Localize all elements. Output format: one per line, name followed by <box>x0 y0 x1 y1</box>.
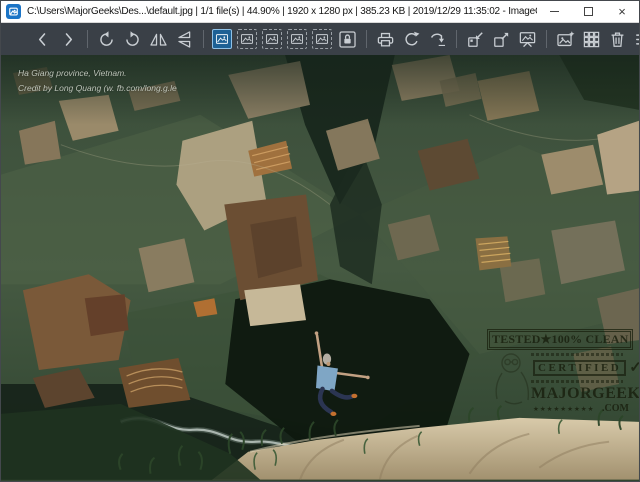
toolbar-separator <box>203 30 204 48</box>
trash-icon <box>608 30 627 49</box>
checkerboard-grid-icon <box>582 30 601 49</box>
hamburger-menu-icon <box>634 30 640 49</box>
chevron-left-icon <box>33 30 52 49</box>
flip-vertical-button[interactable] <box>173 27 196 51</box>
flip-horizontal-button[interactable] <box>147 27 170 51</box>
watermark-banner: TESTED★100% CLEAN <box>487 329 633 350</box>
slideshow-button[interactable] <box>516 27 539 51</box>
photo-credit-text: Ha Giang province, Vietnam. Credit by Lo… <box>18 66 177 96</box>
checkmark-icon: ✓ <box>629 358 639 377</box>
redo-button[interactable] <box>426 27 449 51</box>
watermark-certified: CERTIFIED <box>533 360 626 376</box>
scale-to-width-button[interactable] <box>237 29 257 49</box>
delete-button[interactable] <box>606 27 629 51</box>
main-menu-button[interactable] <box>632 27 640 51</box>
close-icon: × <box>618 5 626 18</box>
window-title: C:\Users\MajorGeeks\Des...\default.jpg |… <box>27 6 537 17</box>
toolbar-separator <box>87 30 88 48</box>
watermark-tld: .COM <box>602 403 629 414</box>
flip-horizontal-icon <box>149 30 168 49</box>
scale-to-fit-button[interactable] <box>287 29 307 49</box>
photo-aerial-terraced-fields[interactable] <box>1 55 639 480</box>
watermark-fine-print <box>531 380 623 383</box>
rotate-left-icon <box>97 30 116 49</box>
titlebar: C:\Users\MajorGeeks\Des...\default.jpg |… <box>1 1 639 23</box>
window-fit-icon <box>466 30 485 49</box>
image-viewer: Ha Giang province, Vietnam. Credit by Lo… <box>1 55 639 481</box>
image-star-button[interactable] <box>554 27 577 51</box>
photo-credit-line2: Credit by Long Quang (w. fb.com/long.g.l… <box>18 81 177 96</box>
toolbar-separator <box>366 30 367 48</box>
refresh-icon <box>402 30 421 49</box>
redo-arrow-icon <box>428 30 447 49</box>
close-button[interactable]: × <box>605 1 639 22</box>
watermark-fine-print <box>531 353 623 356</box>
majorgeeks-watermark: TESTED★100% CLEAN CERTIFIED ✓ MAJORGEEKS… <box>487 329 633 414</box>
watermark-stars: ★★★★★★★★★ <box>533 405 594 413</box>
watermark-brand: MAJORGEEKS <box>531 385 633 403</box>
scale-to-height-button[interactable] <box>262 29 282 49</box>
maximize-button[interactable] <box>571 1 605 22</box>
flip-vertical-icon <box>175 30 194 49</box>
imageglass-app-icon[interactable] <box>6 4 21 19</box>
chevron-right-icon <box>59 30 78 49</box>
maximize-icon <box>584 7 593 16</box>
print-button[interactable] <box>374 27 397 51</box>
rotate-right-button[interactable] <box>121 27 144 51</box>
toolbar-separator <box>546 30 547 48</box>
window-controls: × <box>537 1 639 22</box>
full-screen-button[interactable] <box>490 27 513 51</box>
image-icon <box>240 32 254 46</box>
imageglass-window: C:\Users\MajorGeeks\Des...\default.jpg |… <box>0 0 640 482</box>
image-star-icon <box>556 30 575 49</box>
geek-mascot-drawing <box>485 349 535 407</box>
minimize-icon <box>550 11 559 12</box>
scale-to-fill-button[interactable] <box>312 29 332 49</box>
full-screen-icon <box>492 30 511 49</box>
rotate-left-button[interactable] <box>95 27 118 51</box>
toolbar-separator <box>456 30 457 48</box>
rotate-right-icon <box>123 30 142 49</box>
checkerboard-button[interactable] <box>580 27 603 51</box>
previous-image-button[interactable] <box>31 27 54 51</box>
image-icon <box>215 32 229 46</box>
toolbar <box>1 23 639 55</box>
printer-icon <box>376 30 395 49</box>
image-icon <box>265 32 279 46</box>
lock-icon <box>338 30 357 49</box>
slideshow-icon <box>518 30 537 49</box>
image-icon <box>290 32 304 46</box>
image-icon <box>315 32 329 46</box>
auto-zoom-button[interactable] <box>212 29 232 49</box>
next-image-button[interactable] <box>57 27 80 51</box>
photo-credit-line1: Ha Giang province, Vietnam. <box>18 66 177 81</box>
minimize-button[interactable] <box>537 1 571 22</box>
lock-zoom-ratio-button[interactable] <box>336 27 359 51</box>
window-fit-button[interactable] <box>464 27 487 51</box>
refresh-button[interactable] <box>400 27 423 51</box>
